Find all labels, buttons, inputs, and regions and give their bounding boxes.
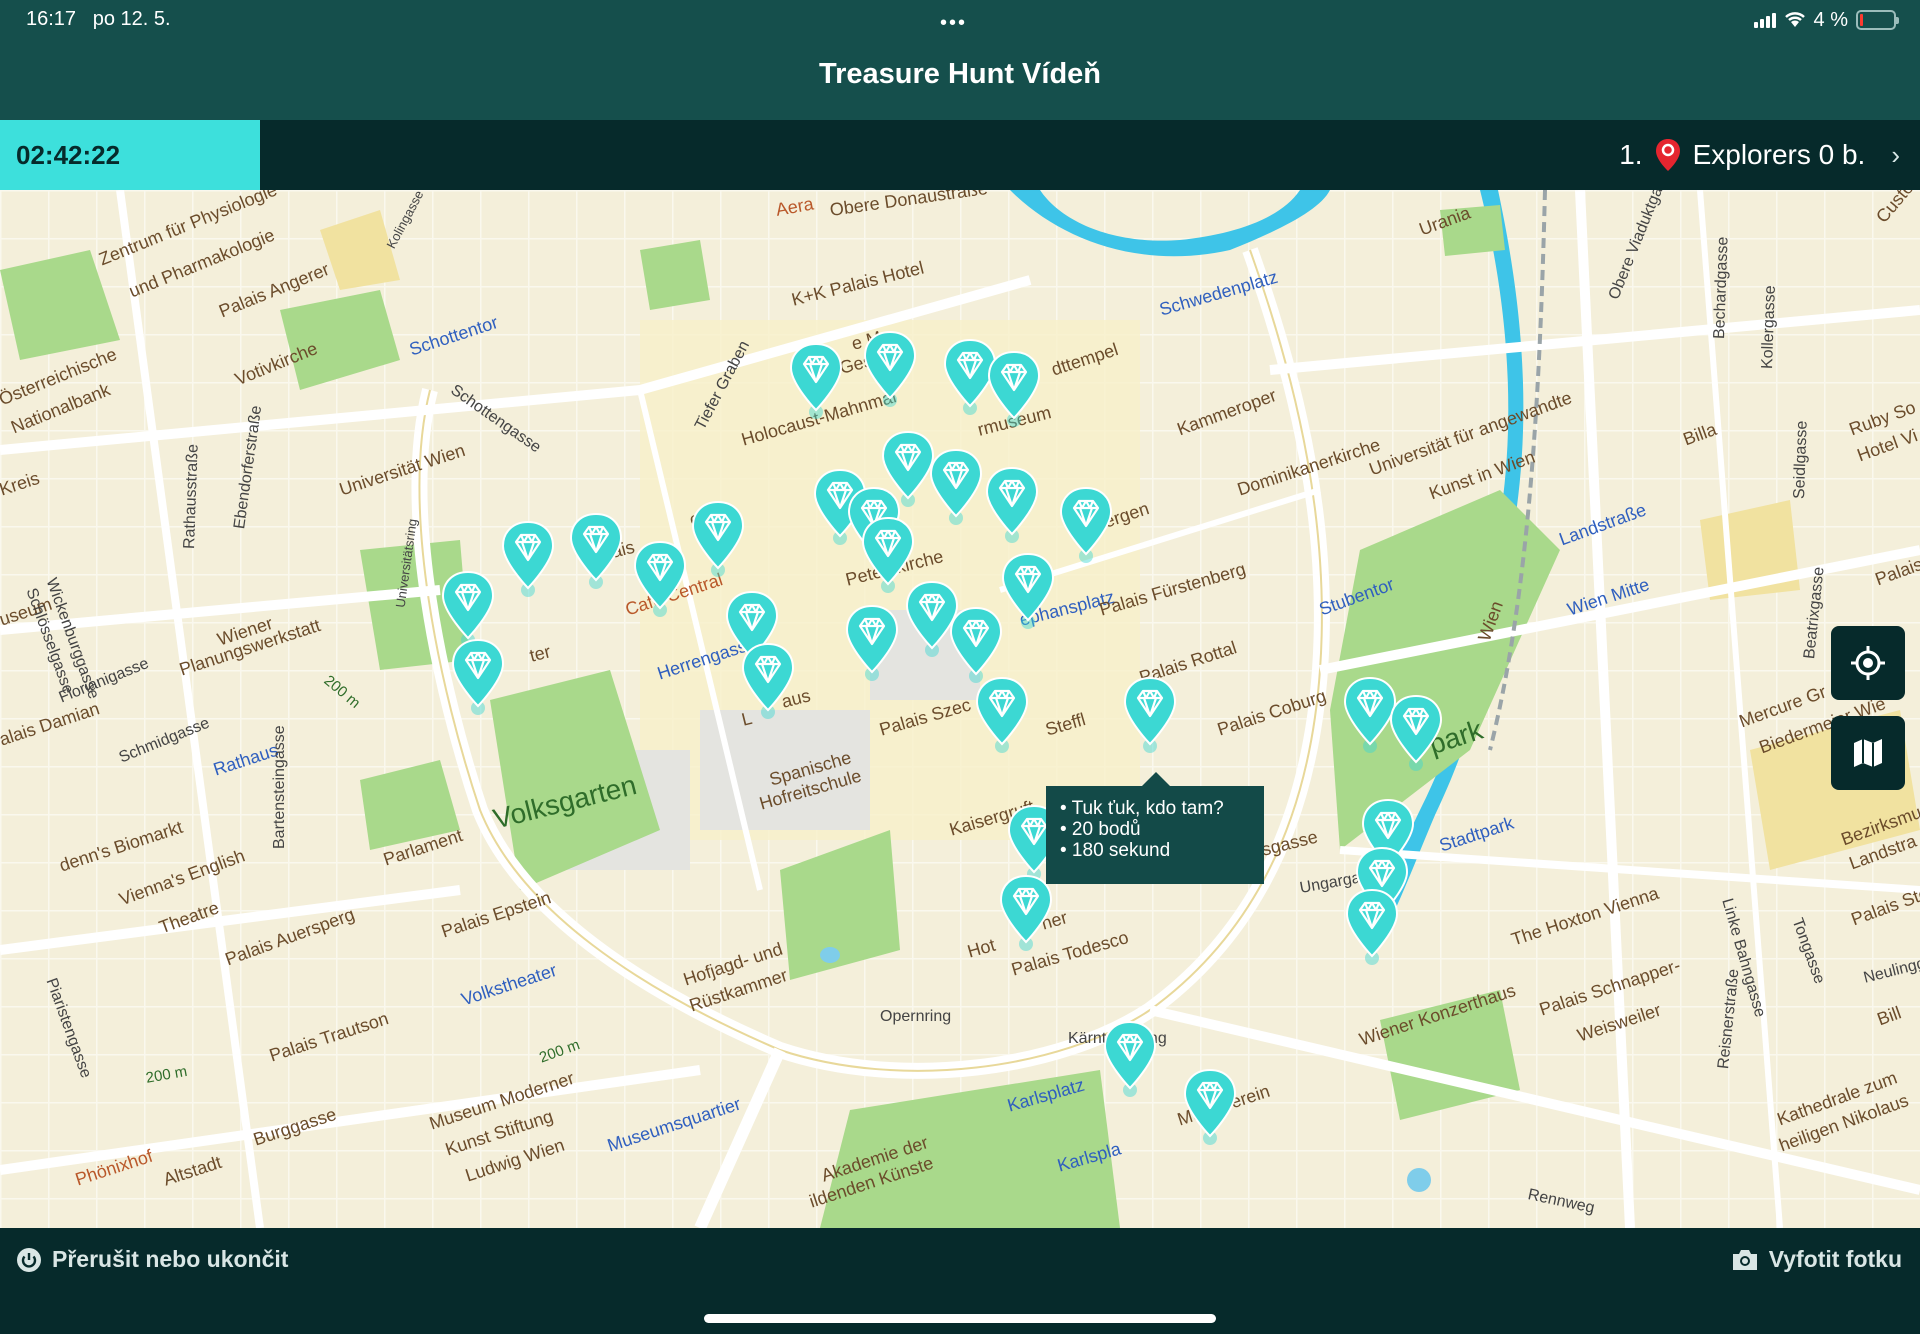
street-label: Rathausstraße [181,443,202,550]
treasure-pin[interactable] [984,466,1040,544]
treasure-pin[interactable] [740,642,796,720]
status-indicators: 4 % [1753,6,1899,34]
treasure-pin[interactable] [998,874,1054,952]
treasure-pin[interactable] [568,512,624,590]
interrupt-button[interactable]: Přerušit nebo ukončit [16,1246,288,1273]
treasure-pin[interactable] [1344,888,1400,966]
multitasking-dots[interactable]: ••• [940,12,967,35]
street-label: Bechardgasse [1711,236,1732,340]
signal-icon [1753,12,1776,28]
battery-icon [1856,10,1899,30]
battery-percent: 4 % [1813,8,1848,31]
tooltip-task-name: • Tuk ťuk, kdo tam? [1060,798,1224,819]
treasure-pin[interactable] [1182,1068,1238,1146]
locate-icon [1851,646,1885,680]
treasure-pin[interactable] [500,520,556,598]
take-photo-button[interactable]: Vyfotit fotku [1731,1246,1902,1273]
interrupt-label: Přerušit nebo ukončit [52,1246,289,1272]
treasure-pin[interactable] [948,606,1004,684]
treasure-pin[interactable] [450,638,506,716]
team-bar: 02:42:22 1. Explorers 0 b. › [0,120,1920,190]
team-name-score: Explorers 0 b. [1692,139,1866,170]
street-label: Bartensteingasse [271,725,288,849]
map-label: Opernring [880,1008,952,1025]
street-label: Seidlgasse [1791,420,1811,500]
countdown-timer: 02:42:22 [0,120,260,190]
home-indicator[interactable] [704,1314,1216,1323]
team-rank: 1. [1619,139,1643,170]
treasure-pin[interactable] [1122,676,1178,754]
map-layers-button[interactable] [1831,716,1905,790]
treasure-pin[interactable] [860,516,916,594]
treasure-pin[interactable] [862,330,918,408]
team-pin-icon [1655,139,1680,171]
treasure-pin[interactable] [1388,694,1444,772]
treasure-pin[interactable] [928,448,984,526]
wifi-icon [1784,12,1805,27]
treasure-pin[interactable] [986,350,1042,428]
status-time: 16:17 po 12. 5. [26,8,171,30]
treasure-pin[interactable] [632,540,688,618]
treasure-pin[interactable] [1000,552,1056,630]
bottom-bar: Přerušit nebo ukončit Vyfotit fotku [0,1228,1920,1334]
street-label: Kollergasse [1759,285,1779,370]
take-photo-label: Vyfotit fotku [1768,1246,1902,1272]
locate-button[interactable] [1831,626,1905,700]
team-ranking-button[interactable]: 1. Explorers 0 b. › [1619,120,1900,190]
tooltip-time: • 180 sekund [1060,840,1171,861]
task-tooltip[interactable]: • Tuk ťuk, kdo tam? • 20 bodů • 180 seku… [1046,772,1264,884]
treasure-pin[interactable] [974,676,1030,754]
top-bar: 16:17 po 12. 5. ••• 4 % Treasure Hunt Ví… [0,0,1920,120]
camera-icon [1732,1249,1757,1270]
power-icon [17,1247,41,1272]
treasure-pin[interactable] [1058,486,1114,564]
treasure-pin[interactable] [844,604,900,682]
map-view[interactable]: Obere Donaustraße Aera K+K Palais Hotel … [0,190,1920,1228]
chevron-right-icon: › [1891,139,1900,170]
app-title: Treasure Hunt Vídeň [818,58,1101,90]
map-icon [1854,739,1882,767]
tooltip-points: • 20 bodů [1060,819,1141,840]
treasure-pin[interactable] [440,570,496,648]
treasure-pin[interactable] [1102,1020,1158,1098]
treasure-pin[interactable] [788,342,844,420]
treasure-pin[interactable] [690,500,746,578]
